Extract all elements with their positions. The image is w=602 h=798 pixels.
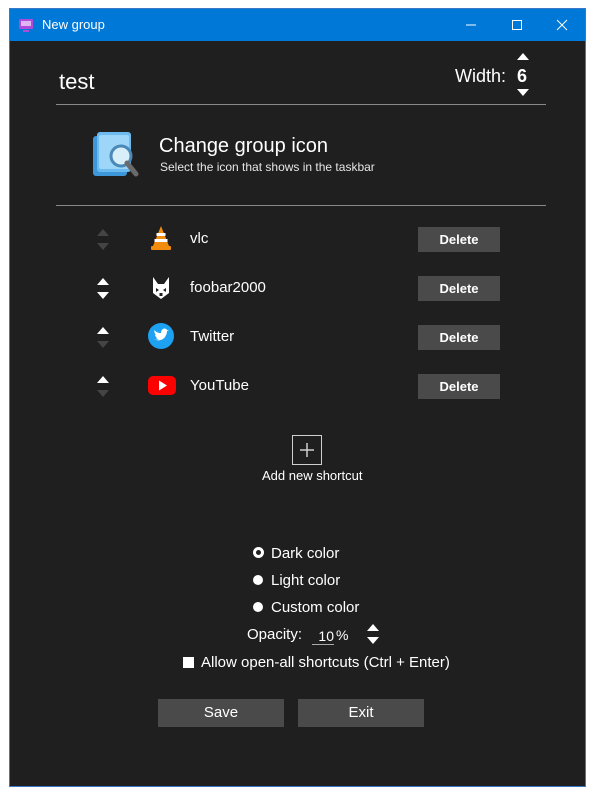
custom-color-label[interactable]: Custom color: [271, 599, 359, 616]
opacity-unit: %: [336, 627, 349, 643]
maximize-icon: [512, 20, 522, 30]
move-down-icon[interactable]: [97, 243, 109, 250]
open-all-label[interactable]: Allow open-all shortcuts (Ctrl + Enter): [201, 654, 450, 671]
delete-button[interactable]: Delete: [418, 325, 500, 350]
opacity-label: Opacity:: [247, 626, 303, 643]
move-up-icon: [97, 229, 109, 236]
close-button[interactable]: [539, 9, 585, 41]
width-value: 6: [517, 66, 528, 86]
save-button[interactable]: Save: [158, 699, 284, 727]
dark-color-label[interactable]: Dark color: [271, 545, 339, 562]
move-up-icon[interactable]: [97, 327, 109, 334]
foobar2000-icon: [147, 273, 175, 301]
opacity-increase-icon[interactable]: [367, 624, 379, 631]
folder-magnifier-icon[interactable]: [90, 130, 142, 182]
width-decrease-icon[interactable]: [517, 89, 529, 96]
change-group-icon-title[interactable]: Change group icon: [159, 135, 328, 158]
separator: [56, 205, 546, 206]
delete-button[interactable]: Delete: [418, 374, 500, 399]
youtube-icon: [147, 371, 176, 399]
add-shortcut-button[interactable]: [292, 435, 322, 465]
shortcut-name: YouTube: [190, 377, 249, 394]
maximize-button[interactable]: [494, 9, 540, 41]
title-bar[interactable]: New group: [10, 9, 585, 41]
width-label: Width:: [455, 66, 507, 86]
shortcut-name: foobar2000: [190, 279, 266, 296]
light-color-label[interactable]: Light color: [271, 572, 340, 589]
opacity-input[interactable]: 10: [312, 628, 334, 645]
move-up-icon[interactable]: [97, 278, 109, 285]
opacity-decrease-icon[interactable]: [367, 637, 379, 644]
shortcut-name: vlc: [190, 230, 209, 247]
exit-button[interactable]: Exit: [298, 699, 424, 727]
new-group-window: New group test Width: 6 Change group ico…: [10, 9, 585, 786]
group-app-icon: [18, 17, 34, 33]
window-title: New group: [42, 17, 105, 32]
group-name-input[interactable]: test: [59, 69, 94, 95]
move-down-icon[interactable]: [97, 341, 109, 348]
minimize-icon: [466, 24, 476, 26]
change-group-icon-subtitle: Select the icon that shows in the taskba…: [160, 160, 375, 174]
width-increase-icon[interactable]: [517, 53, 529, 60]
custom-color-radio[interactable]: [253, 602, 263, 612]
delete-button[interactable]: Delete: [418, 276, 500, 301]
shortcut-name: Twitter: [190, 328, 235, 345]
plus-icon: [300, 443, 314, 457]
move-down-icon: [97, 390, 109, 397]
move-down-icon[interactable]: [97, 292, 109, 299]
open-all-checkbox[interactable]: [183, 657, 194, 668]
minimize-button[interactable]: [448, 9, 494, 41]
group-name-underline: [56, 104, 546, 105]
vlc-icon: [147, 224, 175, 252]
dark-color-radio[interactable]: [253, 547, 264, 558]
add-shortcut-label[interactable]: Add new shortcut: [262, 468, 362, 483]
twitter-icon: [147, 322, 175, 350]
light-color-radio[interactable]: [253, 575, 263, 585]
move-up-icon[interactable]: [97, 376, 109, 383]
delete-button[interactable]: Delete: [418, 227, 500, 252]
close-icon: [556, 19, 568, 31]
